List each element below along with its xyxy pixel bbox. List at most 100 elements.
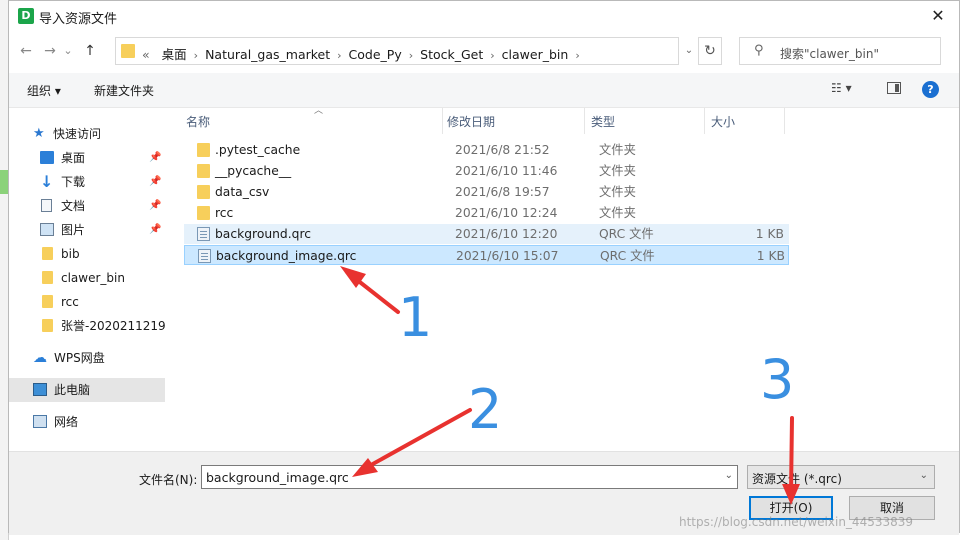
breadcrumb-item-desktop[interactable]: 桌面 xyxy=(162,47,187,62)
sidebar-item-bib[interactable]: bib xyxy=(9,242,165,266)
file-size: 1 KB xyxy=(755,227,784,241)
sidebar-item-label: bib xyxy=(61,247,80,261)
file-date: 2021/6/10 12:24 xyxy=(455,206,558,220)
file-type: QRC 文件 xyxy=(600,249,655,263)
chevron-right-icon[interactable]: › xyxy=(575,49,579,62)
new-folder-button[interactable]: 新建文件夹 xyxy=(94,82,154,99)
download-icon: ↓ xyxy=(40,172,54,191)
breadcrumb-item-stock-get[interactable]: Stock_Get xyxy=(420,47,483,62)
view-options-icon[interactable]: ☷ ▾ xyxy=(831,81,852,95)
chevron-right-icon[interactable]: › xyxy=(194,49,198,62)
file-name: __pycache__ xyxy=(215,164,292,178)
chevron-right-icon[interactable]: › xyxy=(409,49,413,62)
sidebar-item-label: 下载 xyxy=(61,175,86,189)
sidebar-item-network[interactable]: 网络 xyxy=(9,410,165,434)
sidebar-item-documents[interactable]: 文档 📌 xyxy=(9,194,165,218)
file-date: 2021/6/8 21:52 xyxy=(455,143,550,157)
sidebar-item-clawer-bin[interactable]: clawer_bin xyxy=(9,266,165,290)
sidebar-item-rcc[interactable]: rcc xyxy=(9,290,165,314)
filetype-select[interactable]: 资源文件 (*.qrc) ⌄ xyxy=(747,465,935,489)
filename-label: 文件名(N): xyxy=(139,473,198,487)
column-divider[interactable] xyxy=(784,108,785,134)
navigation-pane: ★ 快速访问 桌面 📌 ↓ 下载 📌 文档 📌 图片 📌 bib clawer_… xyxy=(9,108,169,451)
address-bar[interactable]: « 桌面 › Natural_gas_market › Code_Py › Stock_Ge… xyxy=(115,37,679,65)
file-row[interactable]: __pycache__ 2021/6/10 11:46 文件夹 xyxy=(184,161,789,181)
preview-pane-icon[interactable] xyxy=(887,82,901,94)
computer-icon xyxy=(33,383,47,396)
sidebar-item-zhangyu[interactable]: 张誉-2020211219- xyxy=(9,314,165,338)
organize-menu[interactable]: 组织 ▾ xyxy=(27,82,61,99)
folder-icon xyxy=(42,247,53,260)
title-bar: D 导入资源文件 ✕ xyxy=(9,1,959,31)
pin-icon: 📌 xyxy=(149,200,162,211)
file-name: .pytest_cache xyxy=(215,143,301,157)
annotation-number-1: 1 xyxy=(398,286,433,349)
open-file-dialog: D 导入资源文件 ✕ ← → ⌄ ↑ « 桌面 › Natural_gas_mark… xyxy=(8,0,960,535)
pictures-icon xyxy=(40,223,54,236)
chevron-right-icon[interactable]: › xyxy=(490,49,494,62)
filename-input[interactable]: background_image.qrc ⌄ xyxy=(201,465,738,489)
sidebar-item-wps-cloud[interactable]: ☁ WPS网盘 xyxy=(9,346,165,370)
chevron-down-icon[interactable]: ⌄ xyxy=(725,470,733,481)
file-row[interactable]: data_csv 2021/6/8 19:57 文件夹 xyxy=(184,182,789,202)
breadcrumb-overflow[interactable]: « xyxy=(142,47,150,62)
column-header-name[interactable]: 名称 xyxy=(186,113,210,130)
file-row[interactable]: rcc 2021/6/10 12:24 文件夹 xyxy=(184,203,789,223)
filename-value: background_image.qrc xyxy=(206,470,349,485)
sidebar-item-label: 快速访问 xyxy=(53,127,102,141)
file-type: 文件夹 xyxy=(599,164,636,178)
close-button[interactable]: ✕ xyxy=(917,1,959,31)
sidebar-item-downloads[interactable]: ↓ 下载 📌 xyxy=(9,170,165,194)
column-divider[interactable] xyxy=(442,108,443,134)
folder-icon xyxy=(121,44,135,58)
column-header-type[interactable]: 类型 xyxy=(591,113,615,130)
breadcrumb-item-natural-gas-market[interactable]: Natural_gas_market xyxy=(205,47,330,62)
annotation-number-2: 2 xyxy=(468,378,503,441)
column-header-size[interactable]: 大小 xyxy=(711,113,735,130)
forward-button[interactable]: → xyxy=(39,39,61,63)
sidebar-item-quick-access[interactable]: ★ 快速访问 xyxy=(9,122,165,146)
file-row[interactable]: background.qrc 2021/6/10 12:20 QRC 文件 1 … xyxy=(184,224,789,244)
help-icon[interactable]: ? xyxy=(922,81,939,98)
document-icon xyxy=(41,199,52,212)
file-row-selected[interactable]: background_image.qrc 2021/6/10 15:07 QRC… xyxy=(184,245,789,265)
file-row[interactable]: .pytest_cache 2021/6/8 21:52 文件夹 xyxy=(184,140,789,160)
search-input[interactable]: ⚲ 搜索"clawer_bin" xyxy=(739,37,941,65)
file-list: ︿ 名称 修改日期 类型 大小 .pytest_cache 2021/6/8 2… xyxy=(179,106,959,451)
file-size: 1 KB xyxy=(756,249,785,263)
file-type: 文件夹 xyxy=(599,143,636,157)
sidebar-item-label: 网络 xyxy=(54,415,79,429)
search-icon: ⚲ xyxy=(754,43,764,58)
sidebar-item-label: 张誉-2020211219- xyxy=(61,319,165,333)
folder-icon xyxy=(42,295,53,308)
sidebar-item-label: clawer_bin xyxy=(61,271,125,285)
column-divider[interactable] xyxy=(704,108,705,134)
star-icon: ★ xyxy=(33,126,45,141)
back-button[interactable]: ← xyxy=(15,39,37,63)
sidebar-item-desktop[interactable]: 桌面 📌 xyxy=(9,146,165,170)
qrc-file-icon xyxy=(197,227,210,241)
sidebar-item-pictures[interactable]: 图片 📌 xyxy=(9,218,165,242)
column-header-date[interactable]: 修改日期 xyxy=(447,113,495,130)
folder-icon xyxy=(197,206,210,220)
file-name: data_csv xyxy=(215,185,270,199)
sidebar-item-this-pc[interactable]: 此电脑 xyxy=(9,378,165,402)
annotation-number-3: 3 xyxy=(760,348,795,411)
chevron-down-icon[interactable]: ⌄ xyxy=(920,470,928,481)
breadcrumb: « 桌面 › Natural_gas_market › Code_Py › Stock_Ge… xyxy=(142,44,587,63)
breadcrumb-item-code-py[interactable]: Code_Py xyxy=(349,47,402,62)
chevron-right-icon[interactable]: › xyxy=(337,49,341,62)
pin-icon: 📌 xyxy=(149,224,162,235)
column-divider[interactable] xyxy=(584,108,585,134)
filetype-value: 资源文件 (*.qrc) xyxy=(752,472,842,486)
file-name: rcc xyxy=(215,206,234,220)
breadcrumb-item-clawer-bin[interactable]: clawer_bin xyxy=(502,47,569,62)
up-button[interactable]: ↑ xyxy=(79,39,101,63)
qrc-file-icon xyxy=(198,249,211,263)
recent-locations-button[interactable]: ⌄ xyxy=(61,39,75,63)
toolbar: 组织 ▾ 新建文件夹 ☷ ▾ ? xyxy=(9,73,959,108)
refresh-button[interactable]: ↻ xyxy=(698,37,722,65)
pin-icon: 📌 xyxy=(149,176,162,187)
address-dropdown-icon[interactable]: ⌄ xyxy=(681,37,697,65)
sidebar-item-label: rcc xyxy=(61,295,79,309)
